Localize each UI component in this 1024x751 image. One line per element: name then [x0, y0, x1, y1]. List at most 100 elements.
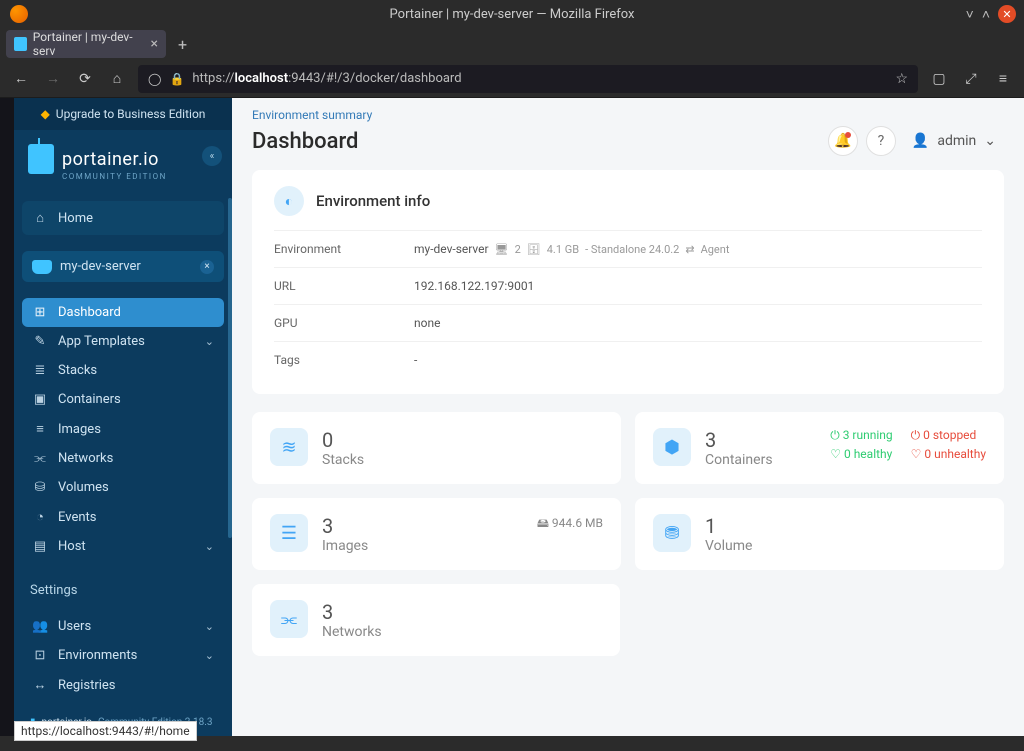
tags-label: Tags [274, 353, 414, 367]
window-close-button[interactable]: ✕ [998, 5, 1016, 23]
sidebar-item-label: App Templates [58, 334, 145, 349]
box-icon: ⬢ [653, 428, 691, 466]
tab-close-button[interactable]: × [151, 36, 158, 52]
sidebar-item-host[interactable]: ▤ Host ⌄ [22, 532, 224, 561]
browser-tabbar: Portainer | my-dev-serv × + [0, 28, 1024, 60]
volumes-icon: ⛁ [32, 480, 48, 495]
tile-images[interactable]: ☰ 3 Images 🖴 944.6 MB [252, 498, 621, 570]
tile-label: Volume [705, 538, 752, 554]
networks-icon: ⫘ [32, 451, 48, 466]
sidebar-item-label: Host [58, 539, 86, 554]
tile-volume[interactable]: ⛃ 1 Volume [635, 498, 1004, 570]
tile-stacks[interactable]: ≋ 0 Stacks [252, 412, 621, 484]
sidebar-item-label: Home [58, 211, 93, 226]
environment-info-card: ◐ Environment info Environment my-dev-se… [252, 170, 1004, 394]
forward-button[interactable]: → [42, 70, 64, 87]
sidebar-item-label: Users [58, 619, 91, 634]
running-count: 3 running [843, 428, 893, 442]
upgrade-label: Upgrade to Business Edition [56, 107, 206, 121]
disk-icon: 🖴 [537, 516, 549, 530]
layers-icon: ≋ [270, 428, 308, 466]
heart-broken-icon: ♡ [911, 447, 922, 461]
heart-icon: ♡ [830, 447, 841, 461]
sidebar-item-volumes[interactable]: ⛁ Volumes [22, 473, 224, 502]
sidebar-item-images[interactable]: ≡ Images [22, 414, 224, 444]
pocket-icon[interactable]: ▢ [928, 71, 950, 87]
dashboard-icon: ⊞ [32, 305, 48, 320]
tile-label: Stacks [322, 452, 364, 468]
main-content: Environment summary Dashboard 🔔 ? 👤 admi… [232, 98, 1024, 736]
sidebar-item-containers[interactable]: ▣ Containers [22, 385, 224, 414]
chevron-down-icon: ⌄ [984, 133, 996, 149]
notification-dot-icon [845, 132, 851, 138]
sidebar-item-environments[interactable]: ⊡ Environments ⌄ [22, 641, 224, 670]
ram-value: 4.1 GB [547, 243, 579, 256]
tile-networks[interactable]: ⫘ 3 Networks [252, 584, 620, 656]
sidebar: ◆ Upgrade to Business Edition portainer.… [14, 98, 232, 736]
bookmark-star-icon[interactable]: ☆ [895, 71, 908, 87]
sidebar-item-label: Dashboard [58, 305, 121, 320]
power-off-icon: ⏻ [911, 428, 921, 442]
containers-icon: ▣ [32, 392, 48, 407]
address-bar[interactable]: ◯ 🔒 https://localhost:9443/#!/3/docker/d… [138, 65, 918, 93]
home-icon: ⌂ [32, 210, 48, 226]
tile-count: 3 [322, 600, 382, 624]
env-label: Environment [274, 242, 414, 256]
notifications-button[interactable]: 🔔 [828, 126, 858, 156]
user-menu[interactable]: 👤 admin ⌄ [904, 129, 1004, 153]
gauge-icon: ◐ [274, 186, 304, 216]
menu-icon[interactable]: ≡ [992, 70, 1014, 87]
product-edition: COMMUNITY EDITION [62, 172, 218, 181]
lock-icon: 🔒 [169, 72, 184, 86]
mode-value: - Standalone 24.0.2 [585, 243, 679, 256]
sidebar-collapse-button[interactable]: « [202, 146, 222, 166]
window-max-icon[interactable]: ˄ [982, 6, 990, 23]
agent-value: Agent [701, 243, 730, 256]
chevron-down-icon: ⌄ [205, 335, 214, 348]
cpu-icon: 🖥 [495, 243, 509, 256]
ram-icon: 🗄 [527, 243, 541, 256]
reload-button[interactable]: ⟳ [74, 71, 96, 87]
sidebar-item-stacks[interactable]: ≣ Stacks [22, 356, 224, 385]
sidebar-item-events[interactable]: ◔ Events [22, 502, 224, 532]
back-button[interactable]: ← [10, 70, 32, 87]
firefox-logo-icon [10, 5, 28, 23]
tab-favicon-icon [14, 37, 27, 51]
sidebar-item-app-templates[interactable]: ✎ App Templates ⌄ [22, 327, 224, 356]
stacks-icon: ≣ [32, 363, 48, 378]
env-close-button[interactable]: × [200, 260, 214, 274]
sidebar-item-label: Networks [58, 451, 113, 466]
database-icon: ⛃ [653, 514, 691, 552]
sidebar-item-label: Environments [58, 648, 137, 663]
shield-icon: ◯ [148, 72, 161, 86]
upgrade-banner[interactable]: ◆ Upgrade to Business Edition [14, 98, 232, 130]
sidebar-item-dashboard[interactable]: ⊞ Dashboard [22, 298, 224, 327]
new-tab-button[interactable]: + [172, 35, 193, 54]
tile-containers[interactable]: ⬢ 3 Containers ⏻ 3 running ⏻ 0 stopped ♡… [635, 412, 1004, 484]
tile-label: Networks [322, 624, 382, 640]
sidebar-item-label: Volumes [58, 480, 109, 495]
help-button[interactable]: ? [866, 126, 896, 156]
host-icon: ▤ [32, 539, 48, 554]
expand-icon[interactable]: ⤢ [960, 71, 982, 87]
home-button[interactable]: ⌂ [106, 70, 128, 87]
tile-count: 3 [322, 514, 368, 538]
sidebar-item-networks[interactable]: ⫘ Networks [22, 444, 224, 473]
sidebar-item-registries[interactable]: ↔ Registries [22, 670, 224, 700]
sidebar-environment-pill[interactable]: my-dev-server × [22, 251, 224, 282]
window-min-icon[interactable]: ˅ [966, 6, 974, 23]
images-size: 944.6 MB [552, 516, 603, 530]
unhealthy-count: 0 unhealthy [924, 447, 986, 461]
sidebar-item-home[interactable]: ⌂ Home [22, 201, 224, 235]
chevron-down-icon: ⌄ [205, 620, 214, 633]
breadcrumb[interactable]: Environment summary [232, 98, 1024, 122]
tile-count: 0 [322, 428, 364, 452]
chevron-down-icon: ⌄ [205, 540, 214, 553]
users-icon: 👥 [32, 619, 48, 634]
sidebar-item-auth-logs[interactable]: 🗎 Authentication logs ⌄ [22, 700, 224, 709]
window-titlebar: Portainer | my-dev-server — Mozilla Fire… [0, 0, 1024, 28]
sidebar-item-users[interactable]: 👥 Users ⌄ [22, 612, 224, 641]
browser-tab[interactable]: Portainer | my-dev-serv × [6, 30, 166, 58]
settings-header: Settings [14, 567, 232, 606]
user-icon: 👤 [912, 133, 929, 149]
